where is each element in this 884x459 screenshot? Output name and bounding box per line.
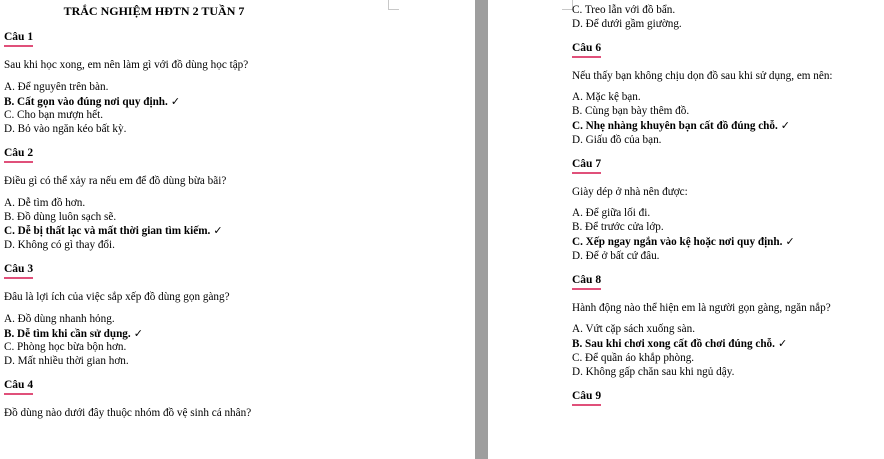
question-heading: Câu 3 — [4, 263, 34, 279]
document-page-right[interactable]: C. Treo lẫn với đồ bẩn. D. Để dưới gầm g… — [488, 0, 884, 459]
question-heading: Câu 7 — [572, 158, 602, 174]
answer-option[interactable]: C. Treo lẫn với đồ bẩn. — [572, 4, 884, 18]
question-text: Điều gì có thể xảy ra nếu em để đồ dùng … — [4, 174, 227, 187]
question-text: Giày dép ở nhà nên được: — [572, 185, 688, 198]
check-icon: ✓ — [785, 234, 795, 248]
answer-option[interactable]: B. Đồ dùng luôn sạch sẽ. — [4, 211, 469, 225]
check-icon: ✓ — [777, 337, 788, 351]
question-block: Câu 9 — [572, 390, 884, 406]
question-text: Nếu thấy bạn không chịu dọn đồ sau khi s… — [572, 69, 833, 82]
check-icon: ✓ — [170, 94, 181, 108]
answer-option[interactable]: D. Mất nhiều thời gian hơn. — [4, 355, 469, 369]
question-block: Câu 3 Đâu là lợi ích của việc sắp xếp đồ… — [4, 263, 469, 369]
answer-option[interactable]: D. Bỏ vào ngăn kéo bất kỳ. — [4, 123, 469, 137]
answer-option[interactable]: B. Cùng bạn bày thêm đồ. — [572, 105, 884, 119]
answer-option[interactable]: D. Giấu đồ của bạn. — [572, 134, 884, 148]
answer-option-correct[interactable]: C. Dễ bị thất lạc và mất thời gian tìm k… — [4, 224, 469, 239]
answer-option-correct[interactable]: C. Nhẹ nhàng khuyên bạn cất đồ đúng chỗ.… — [572, 119, 884, 134]
answer-option[interactable]: C. Để quần áo khắp phòng. — [572, 352, 884, 366]
question-block: Câu 6 Nếu thấy bạn không chịu dọn đồ sau… — [572, 42, 884, 148]
answer-option[interactable]: D. Không gấp chăn sau khi ngủ dậy. — [572, 366, 884, 380]
question-heading: Câu 8 — [572, 274, 602, 290]
answer-option[interactable]: B. Để trước cửa lớp. — [572, 221, 884, 235]
answer-option[interactable]: A. Dễ tìm đồ hơn. — [4, 197, 469, 211]
question-block: Câu 1 Sau khi học xong, em nên làm gì vớ… — [4, 31, 469, 137]
answer-option-correct[interactable]: B. Dễ tìm khi cần sử dụng. ✓ — [4, 327, 469, 342]
answer-option[interactable]: A. Để nguyên trên bàn. — [4, 81, 469, 95]
answer-option[interactable]: A. Vứt cặp sách xuống sàn. — [572, 323, 884, 337]
page-content: C. Treo lẫn với đồ bẩn. D. Để dưới gầm g… — [572, 0, 884, 406]
answer-option[interactable]: A. Mặc kệ bạn. — [572, 91, 884, 105]
answer-option[interactable]: A. Đồ dùng nhanh hỏng. — [4, 313, 469, 327]
question-block: Câu 2 Điều gì có thể xảy ra nếu em để đồ… — [4, 147, 469, 253]
check-icon: ✓ — [213, 224, 223, 238]
answer-option[interactable]: A. Để giữa lối đi. — [572, 207, 884, 221]
question-block: Câu 7 Giày dép ở nhà nên được: A. Để giữ… — [572, 158, 884, 264]
answer-option-correct[interactable]: B. Cất gọn vào đúng nơi quy định. ✓ — [4, 95, 469, 110]
answer-option[interactable]: C. Phòng học bừa bộn hơn. — [4, 341, 469, 355]
document-title: TRẮC NGHIỆM HĐTN 2 TUẦN 7 — [63, 4, 245, 18]
answer-option[interactable]: D. Không có gì thay đổi. — [4, 239, 469, 253]
answer-option[interactable]: C. Cho bạn mượn hết. — [4, 109, 469, 123]
check-icon: ✓ — [780, 118, 791, 132]
question-heading: Câu 1 — [4, 31, 34, 47]
question-block: Câu 8 Hành động nào thể hiện em là người… — [572, 274, 884, 380]
check-icon: ✓ — [133, 326, 143, 340]
answer-option[interactable]: D. Để dưới gầm giường. — [572, 18, 884, 32]
question-text: Đồ dùng nào dưới đây thuộc nhóm đồ vệ si… — [4, 406, 252, 419]
question-heading: Câu 4 — [4, 379, 34, 395]
question-text: Sau khi học xong, em nên làm gì với đồ d… — [4, 59, 249, 71]
question-text: Hành động nào thể hiện em là người gọn g… — [572, 301, 831, 314]
document-page-left[interactable]: TRẮC NGHIỆM HĐTN 2 TUẦN 7 Câu 1 Sau khi … — [0, 0, 475, 459]
answer-option-correct[interactable]: C. Xếp ngay ngắn vào kệ hoặc nơi quy địn… — [572, 235, 884, 250]
answer-option[interactable]: D. Để ở bất cứ đâu. — [572, 250, 884, 264]
question-heading: Câu 6 — [572, 42, 602, 58]
page-content: TRẮC NGHIỆM HĐTN 2 TUẦN 7 Câu 1 Sau khi … — [4, 0, 469, 421]
question-block: Câu 4 Đồ dùng nào dưới đây thuộc nhóm đồ… — [4, 379, 469, 421]
question-heading: Câu 2 — [4, 147, 34, 163]
question-text: Đâu là lợi ích của việc sắp xếp đồ dùng … — [4, 290, 230, 303]
answer-option-correct[interactable]: B. Sau khi chơi xong cất đồ chơi đúng ch… — [572, 337, 884, 352]
question-heading: Câu 9 — [572, 390, 602, 406]
